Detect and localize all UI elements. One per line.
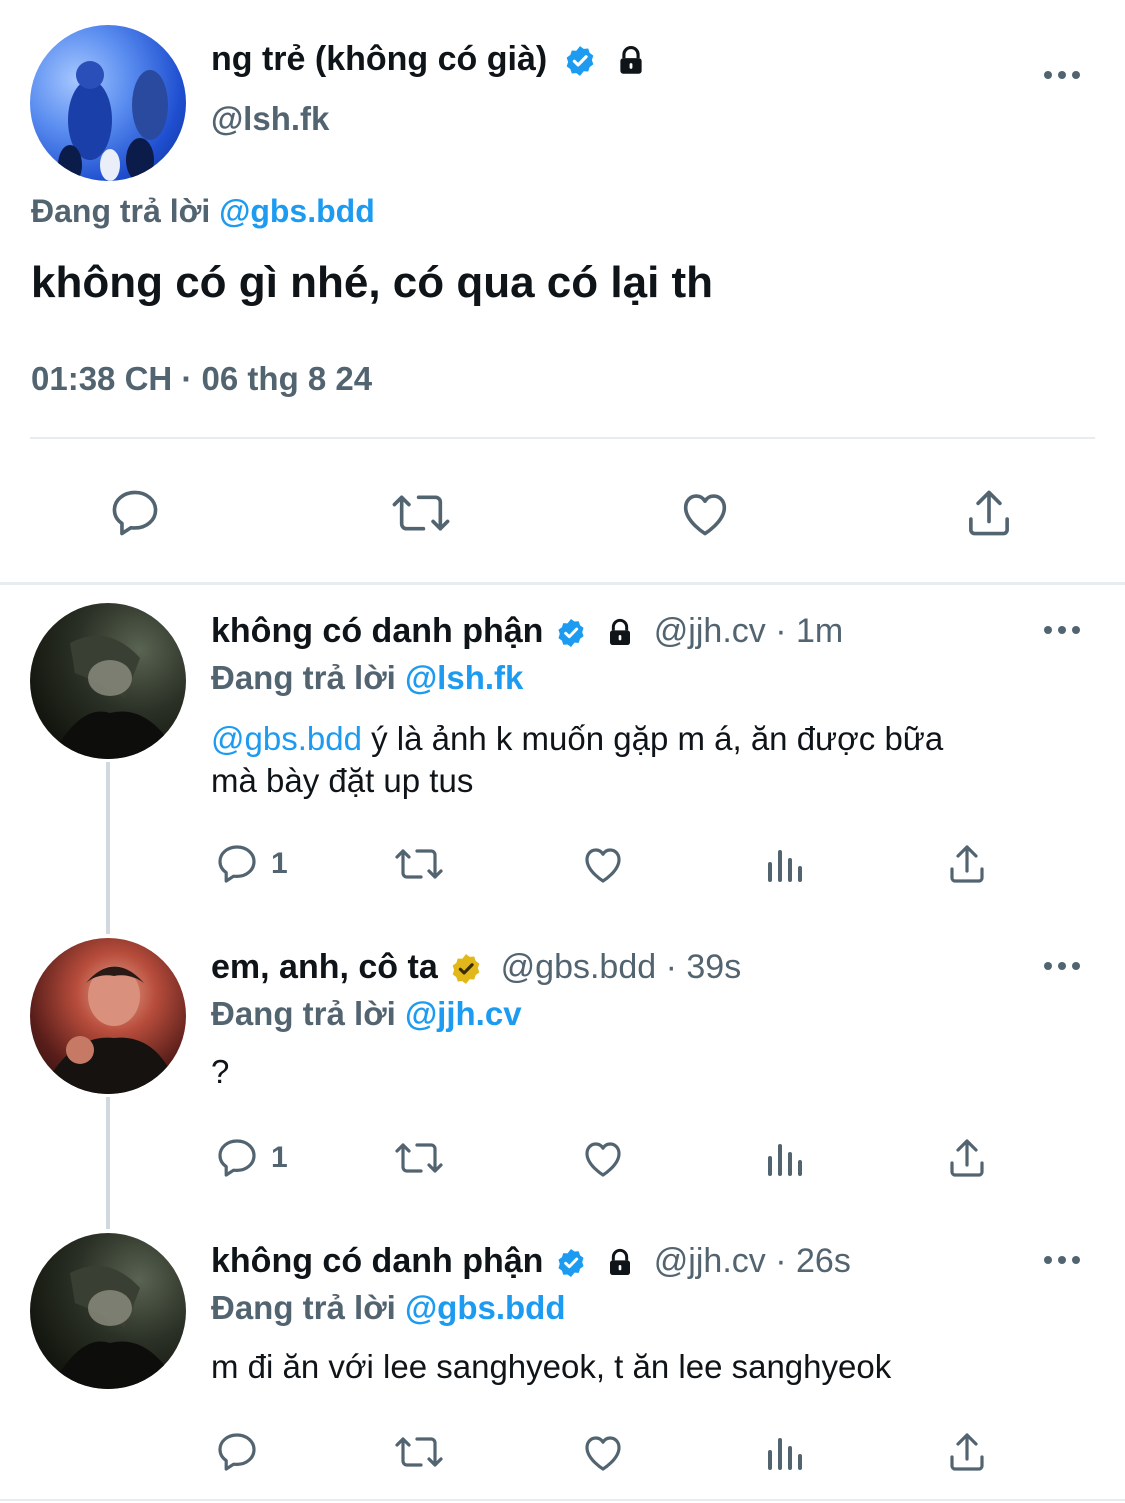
retweet-icon[interactable]	[388, 484, 454, 542]
handle[interactable]: @lsh.fk	[211, 100, 329, 138]
lock-icon	[610, 1248, 631, 1276]
tweet-text: @gbs.bdd ý là ảnh k muốn gặp m á, ăn đượ…	[211, 718, 943, 802]
reply-icon	[218, 845, 256, 883]
avatar-image	[50, 635, 180, 759]
retweet-icon[interactable]	[391, 1428, 447, 1476]
reply-count: 1	[271, 1141, 288, 1174]
retweet-icon[interactable]	[391, 1134, 447, 1182]
handle[interactable]: @jjh.cv	[654, 1242, 766, 1280]
reply-context-label: Đang trả lời	[211, 1289, 396, 1326]
reply-button[interactable]: 1	[213, 840, 288, 888]
avatar[interactable]	[30, 25, 186, 181]
reply-to-mention[interactable]: @lsh.fk	[405, 659, 523, 696]
thread-connector	[106, 762, 110, 934]
more-horizontal-icon[interactable]	[1042, 65, 1082, 85]
display-name[interactable]: ng trẻ (không có già)	[211, 40, 547, 78]
verified-badge-icon	[566, 46, 593, 76]
verified-badge-icon	[558, 619, 584, 648]
post-time[interactable]: · 39s	[666, 948, 742, 986]
handle[interactable]: @jjh.cv	[654, 612, 766, 650]
lock-icon	[620, 46, 642, 74]
reply-context-label: Đang trả lời	[211, 995, 396, 1032]
retweet-icon[interactable]	[391, 840, 447, 888]
reply-context-label: Đang trả lời	[31, 193, 211, 229]
reply-to-mention[interactable]: @gbs.bdd	[219, 193, 375, 229]
more-horizontal-icon[interactable]	[1042, 620, 1082, 640]
avatar[interactable]	[30, 1233, 186, 1389]
heart-icon[interactable]	[579, 1428, 627, 1476]
reply-to-mention[interactable]: @jjh.cv	[405, 995, 522, 1032]
verified-badge-icon	[452, 954, 480, 984]
handle[interactable]: @gbs.bdd	[501, 948, 657, 986]
avatar[interactable]	[30, 938, 186, 1094]
reply-context-label: Đang trả lời	[211, 659, 396, 696]
post-time[interactable]: · 26s	[775, 1242, 851, 1280]
reply-to-mention[interactable]: @gbs.bdd	[405, 1289, 566, 1326]
heart-icon[interactable]	[579, 1134, 627, 1182]
avatar-image	[40, 966, 180, 1094]
divider	[0, 1499, 1125, 1501]
avatar[interactable]	[30, 603, 186, 759]
more-horizontal-icon[interactable]	[1042, 1250, 1082, 1270]
divider	[30, 437, 1095, 439]
avatar-image	[58, 61, 168, 181]
more-horizontal-icon[interactable]	[1042, 956, 1082, 976]
thread-connector	[106, 1097, 110, 1229]
tweet-text: m đi ăn với lee sanghyeok, t ăn lee sang…	[211, 1348, 892, 1385]
views-icon[interactable]	[762, 1134, 810, 1182]
share-icon[interactable]	[960, 484, 1018, 542]
display-name[interactable]: em, anh, cô ta	[211, 948, 438, 986]
reply-button[interactable]: 1	[213, 1134, 288, 1182]
mention-link[interactable]: @gbs.bdd	[211, 720, 362, 757]
views-icon[interactable]	[762, 840, 810, 888]
share-icon[interactable]	[943, 1134, 991, 1182]
share-icon[interactable]	[943, 1428, 991, 1476]
lock-icon	[610, 618, 631, 646]
reply-count: 1	[271, 847, 288, 880]
views-icon[interactable]	[762, 1428, 810, 1476]
reply-icon	[218, 1139, 256, 1177]
reply-icon[interactable]	[213, 1428, 261, 1476]
heart-icon[interactable]	[579, 840, 627, 888]
tweet-text: ?	[211, 1053, 230, 1090]
display-name[interactable]: không có danh phận	[211, 612, 543, 650]
tweet-text-line: ý là ảnh k muốn gặp m á, ăn được bữa	[361, 720, 944, 757]
display-name[interactable]: không có danh phận	[211, 1242, 543, 1280]
tweet-text-line: mà bày đặt up tus	[211, 762, 474, 799]
tweet-text: không có gì nhé, có qua có lại th	[31, 258, 714, 307]
section-divider	[0, 582, 1125, 585]
reply-icon[interactable]	[106, 484, 164, 542]
avatar-image	[50, 1265, 180, 1389]
post-time[interactable]: · 1m	[775, 612, 843, 650]
verified-badge-icon	[558, 1249, 584, 1278]
heart-icon[interactable]	[676, 484, 734, 542]
share-icon[interactable]	[943, 840, 991, 888]
tweet-timestamp[interactable]: 01:38 CH · 06 thg 8 24	[31, 360, 372, 398]
